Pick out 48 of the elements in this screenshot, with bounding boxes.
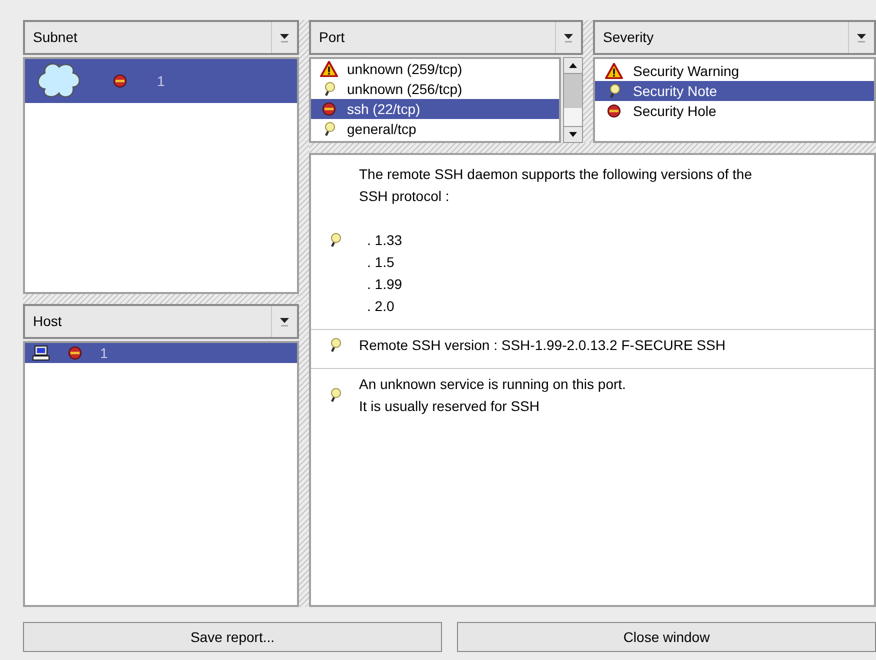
- report-text: Remote SSH version : SSH-1.99-2.0.13.2 F-SECURE SSH: [359, 336, 726, 355]
- splitter-handle[interactable]: [309, 143, 876, 153]
- version-item: . 2.0: [367, 297, 396, 316]
- action-button[interactable]: Save report...: [23, 622, 442, 652]
- report-text: An unknown service is running on this port. It is usually reserved for SSH: [359, 375, 626, 416]
- dropdown-header[interactable]: Host: [23, 304, 299, 339]
- host-label: 1: [100, 344, 108, 362]
- computer-icon: [32, 345, 50, 361]
- list-item[interactable]: unknown (259/tcp): [311, 59, 559, 79]
- no-entry-icon: [322, 102, 336, 116]
- down-arrow-icon: [569, 132, 577, 138]
- warning-icon: [319, 61, 339, 77]
- caret-icon: [564, 32, 573, 42]
- dropdown-header[interactable]: Port: [309, 20, 583, 55]
- lightbulb-icon: [329, 337, 341, 353]
- caret-icon: [280, 316, 289, 326]
- version-item: . 1.5: [367, 253, 396, 272]
- splitter-handle[interactable]: [299, 20, 309, 607]
- report-text: The remote SSH daemon supports the following versions of the SSH protocol :: [359, 165, 752, 206]
- dropdown-header[interactable]: Severity: [593, 20, 876, 55]
- lightbulb-icon: [329, 387, 341, 403]
- no-entry-icon: [607, 104, 621, 118]
- caret-icon: [280, 32, 289, 42]
- scrollbar[interactable]: [563, 57, 583, 143]
- lightbulb-icon: [323, 81, 335, 97]
- list-item[interactable]: 1: [25, 59, 297, 103]
- no-entry-icon: [68, 346, 82, 360]
- list-item[interactable]: Security Warning: [595, 61, 874, 81]
- list-item[interactable]: ssh (22/tcp): [311, 99, 559, 119]
- version-item: . 1.33: [367, 231, 404, 250]
- list-item[interactable]: Security Hole: [595, 101, 874, 121]
- splitter-handle[interactable]: [583, 20, 593, 143]
- up-arrow-icon: [569, 62, 577, 68]
- lightbulb-icon: [329, 232, 341, 248]
- list-item[interactable]: general/tcp: [311, 119, 559, 139]
- splitter-handle[interactable]: [23, 294, 299, 304]
- action-button[interactable]: Close window: [457, 622, 876, 652]
- dropdown-header[interactable]: Subnet: [23, 20, 299, 55]
- lightbulb-icon: [323, 121, 335, 137]
- no-entry-icon: [113, 74, 127, 88]
- version-item: . 1.99: [367, 275, 404, 294]
- list-item[interactable]: unknown (256/tcp): [311, 79, 559, 99]
- caret-icon: [857, 32, 866, 42]
- list-item[interactable]: Security Note: [595, 81, 874, 101]
- subnet-label: 1: [157, 72, 165, 90]
- lightbulb-icon: [608, 83, 620, 99]
- list-item[interactable]: 1: [25, 343, 297, 363]
- warning-icon: [604, 63, 624, 79]
